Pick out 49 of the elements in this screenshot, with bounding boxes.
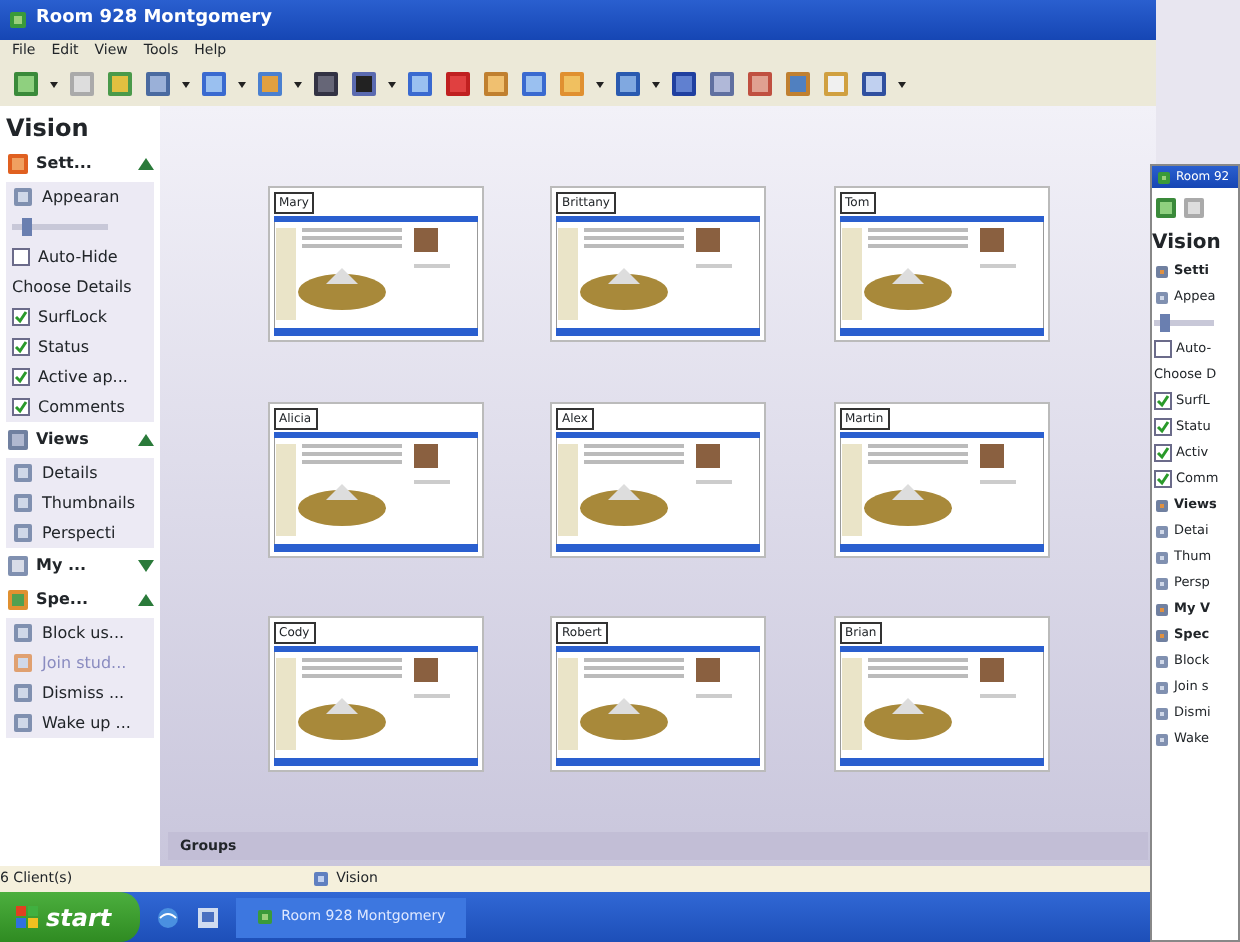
checkbox-label: Comments (38, 395, 125, 419)
slider-thumb[interactable] (1160, 314, 1170, 332)
checkbox-label: Active ap... (38, 365, 128, 389)
caret-icon[interactable] (596, 81, 604, 87)
collapse-arrow-icon[interactable] (138, 594, 154, 606)
checkbox[interactable] (1154, 340, 1172, 358)
checkbox[interactable] (12, 338, 30, 356)
section-title[interactable]: Sett... (36, 152, 92, 176)
expand-arrow-icon[interactable] (138, 560, 154, 572)
caret-icon[interactable] (238, 81, 246, 87)
window-title: Room 928 Montgomery (36, 6, 272, 33)
action-item[interactable]: Dismiss ... (42, 681, 125, 705)
caret-icon[interactable] (182, 81, 190, 87)
checkbox[interactable] (1154, 392, 1172, 410)
checkbox-label: Status (38, 335, 89, 359)
checkbox[interactable] (1154, 418, 1172, 436)
section-title[interactable]: Views (36, 428, 89, 452)
slider-thumb[interactable] (21, 218, 32, 236)
section-title[interactable]: My ... (36, 554, 87, 578)
checkbox[interactable] (12, 368, 30, 386)
action-item[interactable]: Block us... (42, 621, 125, 645)
windows-logo-icon (16, 906, 38, 928)
caret-icon[interactable] (652, 81, 660, 87)
checkbox-label: Auto-Hide (38, 245, 118, 269)
collapse-arrow-icon[interactable] (138, 158, 154, 170)
action-item[interactable]: Appearan (42, 185, 120, 209)
caret-icon[interactable] (388, 81, 396, 87)
caret-icon[interactable] (294, 81, 302, 87)
action-item[interactable]: Details (42, 461, 98, 485)
checkbox[interactable] (1154, 470, 1172, 488)
action-item[interactable]: Thumbnails (42, 491, 135, 515)
checkbox-label: SurfLock (38, 305, 107, 329)
action-item[interactable]: Wake up ... (42, 711, 131, 735)
browser-icon[interactable] (155, 905, 180, 929)
caret-icon[interactable] (898, 81, 906, 87)
sidebar-title: Vision (1152, 230, 1223, 258)
sidebar-title: Vision (6, 112, 91, 146)
slider-track[interactable] (12, 224, 108, 230)
checkbox[interactable] (12, 398, 30, 416)
checkbox[interactable] (1154, 444, 1172, 462)
start-button[interactable]: start (0, 892, 140, 942)
section-title[interactable]: Spe... (36, 588, 89, 612)
action-item[interactable]: Perspecti (42, 521, 116, 545)
collapse-arrow-icon[interactable] (138, 434, 154, 446)
checkbox[interactable] (12, 308, 30, 326)
slider-track[interactable] (1154, 320, 1214, 326)
caret-icon[interactable] (50, 81, 58, 87)
group-heading: Choose Details (12, 275, 132, 299)
checkbox[interactable] (12, 248, 30, 266)
